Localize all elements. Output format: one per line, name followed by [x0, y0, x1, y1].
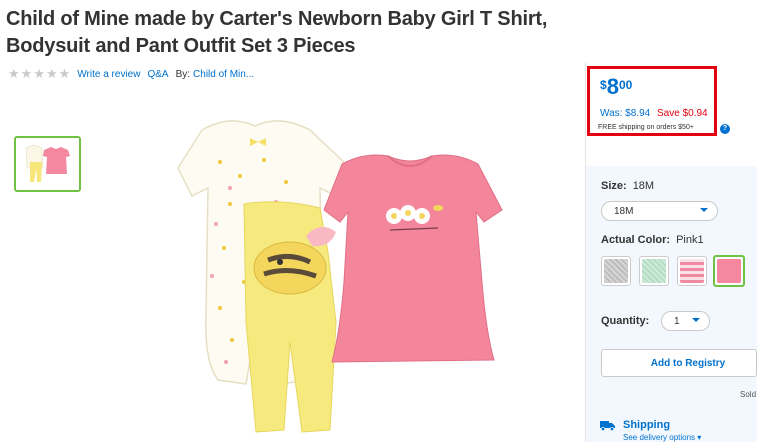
quantity-label: Quantity:: [601, 315, 650, 327]
add-to-registry-button[interactable]: Add to Registry: [601, 349, 757, 377]
product-meta-row: ★ ★ ★ ★ ★ Write a review Q&A By: Child o…: [8, 68, 261, 81]
shipping-section: Shipping See delivery options ▾: [600, 419, 701, 442]
star-icon: ★: [45, 67, 58, 82]
size-label: Size:: [601, 180, 627, 192]
savings: Save $0.94: [657, 108, 708, 119]
price-dollars: 8: [606, 74, 619, 99]
size-value: 18M: [632, 180, 655, 192]
price-cents: 00: [618, 78, 633, 92]
product-image[interactable]: [160, 112, 505, 442]
swatch-pink[interactable]: [713, 255, 745, 287]
truck-icon: [600, 421, 615, 431]
swatch-fill: [717, 259, 741, 283]
delivery-options-text: See delivery options: [623, 433, 696, 442]
shipping-title: Shipping: [623, 419, 671, 431]
swatch-fill: [680, 259, 704, 283]
star-icon: ★: [58, 67, 71, 82]
free-shipping-note: FREE shipping on orders $50+: [598, 124, 694, 131]
swatch-fill: [642, 259, 666, 283]
current-price: $ 8 00: [600, 75, 632, 99]
sold-by-label: Sold: [740, 390, 757, 399]
size-select[interactable]: 18M: [601, 201, 718, 221]
delivery-options-link[interactable]: See delivery options ▾: [623, 433, 701, 442]
swatch-fill: [604, 259, 628, 283]
swatch-mint[interactable]: [639, 256, 669, 286]
swatch-pink-stripe[interactable]: [677, 256, 707, 286]
brand-link[interactable]: Child of Min...: [193, 69, 254, 80]
chevron-down-icon: ▾: [697, 433, 702, 442]
product-title: Child of Mine made by Carter's Newborn B…: [6, 8, 548, 57]
by-label: By:: [175, 69, 191, 80]
write-review-link[interactable]: Write a review: [77, 69, 140, 80]
price-currency: $: [600, 78, 607, 92]
color-label: Actual Color:: [601, 234, 671, 246]
chevron-down-icon: [700, 208, 708, 212]
color-value: Pink1: [676, 234, 704, 246]
star-icon: ★: [20, 67, 33, 82]
quantity-select[interactable]: 1: [661, 311, 710, 331]
size-select-value: 18M: [614, 205, 634, 217]
outfit-image: [177, 120, 503, 433]
quantity-value: 1: [674, 315, 680, 327]
help-icon[interactable]: ?: [720, 124, 730, 134]
size-label-row: Size: 18M: [601, 180, 654, 192]
star-icon: ★: [33, 67, 45, 82]
rating-stars[interactable]: ★ ★ ★ ★ ★: [8, 68, 71, 81]
star-icon: ★: [8, 67, 20, 82]
color-label-row: Actual Color: Pink1: [601, 234, 704, 246]
was-price: Was: $8.94: [600, 108, 651, 119]
chevron-down-icon: [692, 318, 700, 322]
qa-link[interactable]: Q&A: [147, 69, 168, 80]
was-price-row: Was: $8.94 Save $0.94: [600, 108, 708, 119]
product-thumbnail[interactable]: [14, 136, 81, 192]
swatch-gray-heather[interactable]: [601, 256, 631, 286]
thumbnail-image: [25, 144, 70, 182]
